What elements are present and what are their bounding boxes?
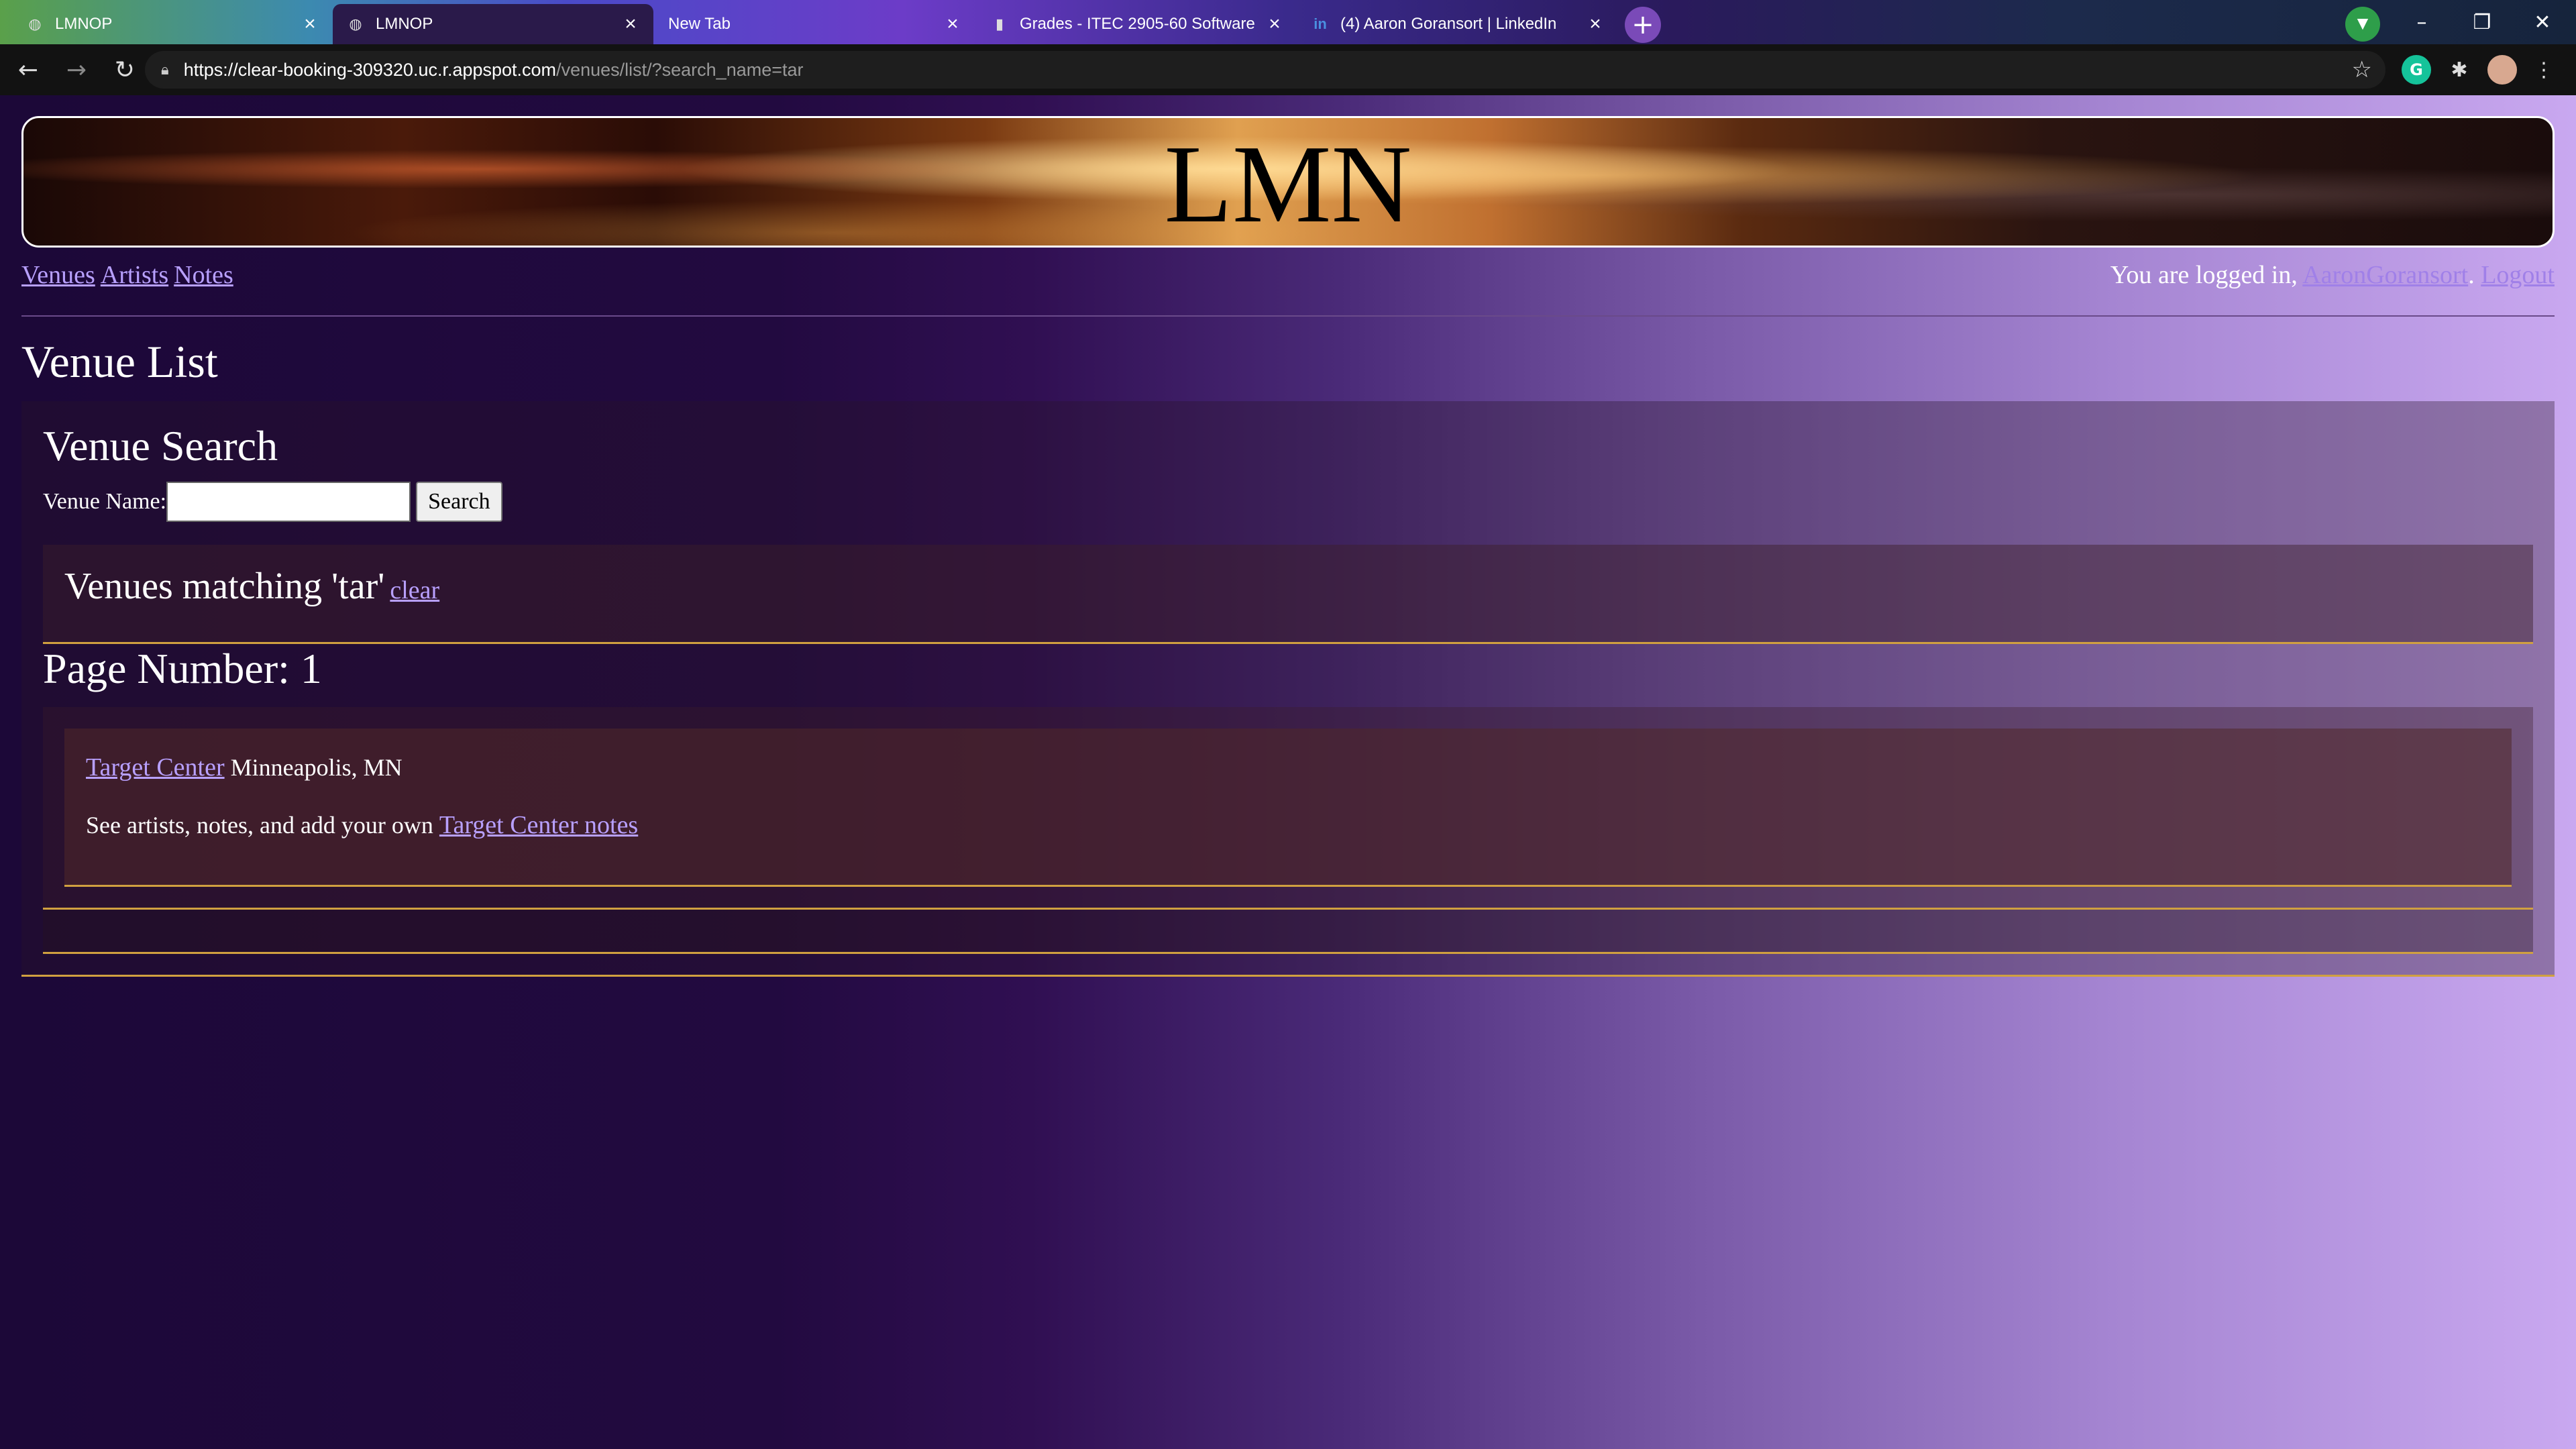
logout-link[interactable]: Logout (2481, 261, 2555, 289)
search-button[interactable]: Search (416, 482, 502, 522)
nav-notes-link[interactable]: Notes (174, 261, 233, 289)
search-form: Venue Name: Search (43, 482, 502, 522)
search-title: Venue Search (43, 422, 278, 470)
close-icon[interactable]: × (621, 13, 640, 36)
globe-icon: ◍ (28, 15, 42, 32)
new-tab-button[interactable]: + (1625, 7, 1661, 43)
nav-venues-link[interactable]: Venues (21, 261, 95, 289)
login-status: You are logged in, AaronGoransort. Logou… (2110, 260, 2555, 290)
venue-location: Minneapolis, MN (230, 754, 402, 781)
search-results-header: Venues matching 'tar' clear (43, 545, 2533, 644)
d2l-icon: ▮ (995, 15, 1004, 32)
close-icon[interactable]: × (301, 13, 319, 36)
tab-grades[interactable]: ▮ Grades - ITEC 2905-60 Software × (977, 4, 1297, 44)
reload-button[interactable]: ↻ (105, 50, 145, 90)
matching-text: Venues matching 'tar' (64, 566, 385, 607)
username-link[interactable]: AaronGoransort (2302, 261, 2468, 289)
download-extension-icon[interactable]: ▼ (2345, 7, 2380, 42)
lock-icon: 🔒︎ (161, 61, 169, 78)
venue-notes-prefix: See artists, notes, and add your own (86, 812, 433, 839)
back-button[interactable]: ← (8, 50, 48, 90)
globe-icon: ◍ (349, 15, 362, 32)
minimize-button[interactable]: – (2395, 4, 2449, 40)
close-icon[interactable]: × (1265, 13, 1284, 36)
profile-avatar[interactable] (2487, 55, 2517, 85)
venue-name-input[interactable] (166, 482, 411, 522)
tab-title: New Tab (668, 15, 731, 33)
extensions-puzzle-icon[interactable]: ✱ (2445, 55, 2474, 85)
browser-tab-bar: ◍ LMNOP × ◍ LMNOP × New Tab × ▮ Grades -… (0, 0, 2576, 44)
tab-title: Grades - ITEC 2905-60 Software (1020, 15, 1255, 33)
linkedin-icon: in (1313, 15, 1327, 32)
restore-button[interactable]: ❐ (2455, 4, 2509, 40)
grammarly-icon[interactable]: G (2402, 55, 2431, 85)
divider (21, 315, 2555, 317)
menu-kebab-icon[interactable]: ⋮ (2529, 55, 2559, 85)
venue-name-label: Venue Name: (43, 489, 167, 514)
venue-card: Target Center Minneapolis, MN See artist… (64, 729, 2512, 887)
site-banner: LMN (21, 116, 2555, 248)
matching-heading: Venues matching 'tar' clear (64, 565, 439, 608)
tab-linkedin[interactable]: in (4) Aaron Goransort | LinkedIn × (1297, 4, 1618, 44)
venue-notes-line: See artists, notes, and add your own Tar… (86, 810, 638, 840)
venue-name-link[interactable]: Target Center (86, 753, 225, 782)
bookmark-star-icon[interactable]: ☆ (2352, 56, 2372, 83)
tab-title: LMNOP (55, 15, 113, 33)
browser-toolbar: ← → ↻ 🔒︎ https://clear-booking-309320.uc… (0, 44, 2576, 95)
venue-list-container: Venue Search Venue Name: Search Venues m… (21, 401, 2555, 977)
nav-artists-link[interactable]: Artists (101, 261, 168, 289)
venue-notes-link[interactable]: Target Center notes (439, 811, 638, 839)
address-bar[interactable]: 🔒︎ https://clear-booking-309320.uc.r.app… (145, 51, 2385, 89)
venue-line: Target Center Minneapolis, MN (86, 753, 402, 782)
tab-lmnop-2[interactable]: ◍ LMNOP × (333, 4, 653, 44)
site-nav: Venues Artists Notes (21, 260, 239, 290)
forward-button[interactable]: → (56, 50, 97, 90)
url-path: /venues/list/?search_name=tar (556, 59, 804, 80)
tab-new-tab[interactable]: New Tab × (655, 4, 975, 44)
close-icon[interactable]: × (1586, 13, 1605, 36)
url-host: https://clear-booking-309320.uc.r.appspo… (183, 59, 557, 80)
close-icon[interactable]: × (943, 13, 962, 36)
pagination-area (43, 910, 2533, 954)
login-separator: . (2468, 261, 2481, 289)
tab-lmnop-1[interactable]: ◍ LMNOP × (12, 4, 333, 44)
page-number: Page Number: 1 (43, 645, 322, 692)
close-window-button[interactable]: ✕ (2516, 4, 2569, 40)
clear-link[interactable]: clear (390, 576, 439, 604)
tab-title: (4) Aaron Goransort | LinkedIn (1340, 15, 1557, 33)
tab-title: LMNOP (376, 15, 433, 33)
venue-results: Target Center Minneapolis, MN See artist… (43, 707, 2533, 910)
banner-title: LMN (1164, 122, 1412, 246)
page-title: Venue List (21, 336, 218, 387)
login-prefix: You are logged in, (2110, 261, 2303, 289)
